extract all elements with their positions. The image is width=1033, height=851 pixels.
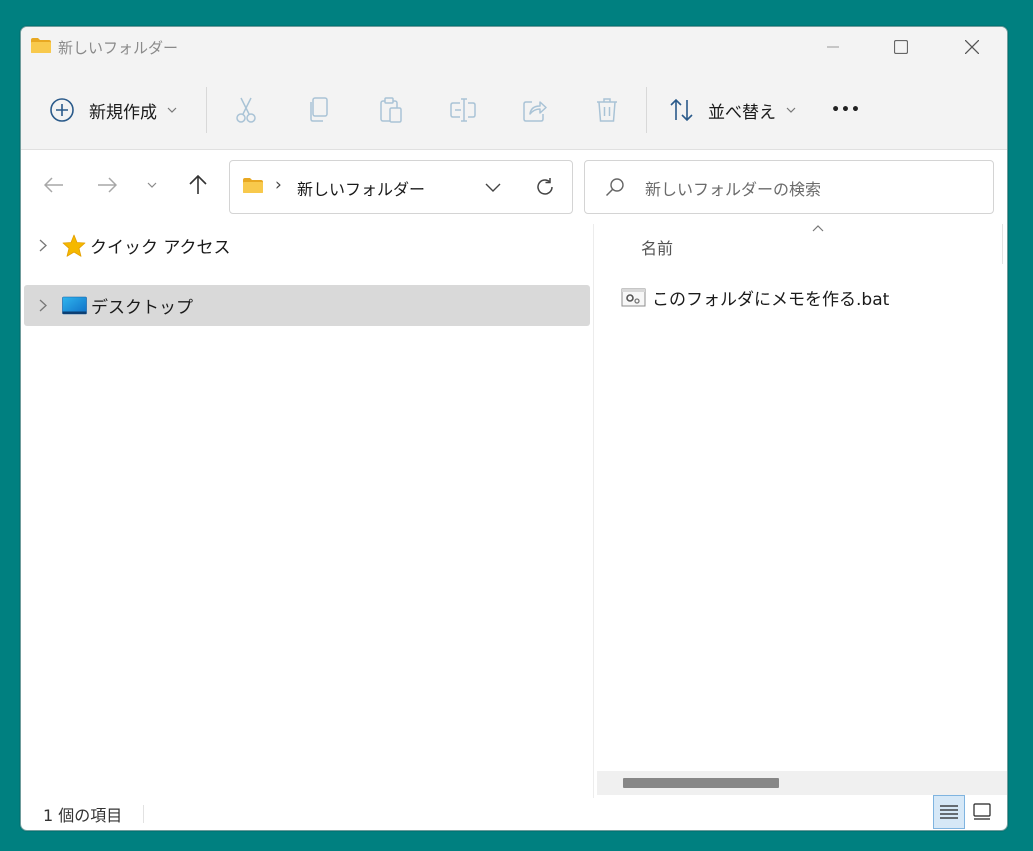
nav-item-quick-access[interactable]: クイック アクセス bbox=[24, 225, 590, 266]
up-button[interactable] bbox=[184, 171, 212, 199]
chevron-down-icon bbox=[167, 107, 177, 113]
refresh-button[interactable] bbox=[532, 174, 558, 200]
nav-item-label: クイック アクセス bbox=[90, 238, 231, 258]
status-separator bbox=[143, 805, 144, 823]
scrollbar-thumb[interactable] bbox=[623, 778, 779, 788]
sort-ascending-icon bbox=[812, 225, 824, 232]
nav-item-desktop[interactable]: デスクトップ bbox=[24, 285, 590, 326]
column-header-name[interactable]: 名前 bbox=[641, 235, 673, 259]
expand-chevron-icon[interactable] bbox=[24, 239, 62, 252]
details-view-icon bbox=[940, 805, 958, 819]
column-edge bbox=[1002, 224, 1003, 264]
close-icon bbox=[965, 40, 979, 54]
share-button[interactable] bbox=[520, 95, 550, 125]
toolbar-separator bbox=[206, 87, 207, 133]
copy-button[interactable] bbox=[304, 95, 334, 125]
file-name: このフォルダにメモを作る.bat bbox=[652, 289, 890, 310]
sort-arrows-icon bbox=[670, 98, 693, 122]
sort-button-label: 並べ替え bbox=[708, 102, 776, 123]
address-bar[interactable]: › 新しいフォルダー bbox=[229, 160, 573, 214]
window-title: 新しいフォルダー bbox=[58, 39, 179, 57]
expand-chevron-icon[interactable] bbox=[24, 299, 62, 312]
details-view-button[interactable] bbox=[933, 795, 965, 829]
pane-divider[interactable] bbox=[593, 224, 594, 798]
maximize-button[interactable] bbox=[878, 27, 924, 67]
breadcrumb-separator: › bbox=[275, 175, 282, 195]
explorer-window: 新しいフォルダー 新規作成 並べ替え ••• › 新しいフォルダー 新しいフォル… bbox=[20, 26, 1008, 831]
tiles-view-icon bbox=[973, 803, 991, 820]
arrow-right-icon bbox=[98, 177, 117, 193]
desktop-icon bbox=[62, 296, 87, 315]
sort-button[interactable]: 並べ替え bbox=[669, 95, 796, 125]
trash-icon bbox=[597, 98, 617, 122]
star-icon bbox=[62, 234, 86, 257]
new-button-label: 新規作成 bbox=[89, 102, 157, 123]
chevron-down-icon bbox=[147, 182, 157, 188]
paste-button[interactable] bbox=[376, 95, 406, 125]
nav-item-label: デスクトップ bbox=[91, 298, 193, 318]
add-circle-icon bbox=[50, 98, 74, 122]
folder-icon bbox=[31, 38, 51, 53]
minimize-icon bbox=[827, 46, 839, 48]
search-icon bbox=[605, 178, 624, 197]
toolbar-separator bbox=[646, 87, 647, 133]
more-options-button[interactable]: ••• bbox=[830, 95, 862, 125]
rename-button[interactable] bbox=[448, 95, 478, 125]
horizontal-scrollbar[interactable] bbox=[597, 771, 1007, 795]
chevron-down-icon bbox=[786, 107, 796, 113]
search-placeholder: 新しいフォルダーの検索 bbox=[645, 180, 822, 199]
clipboard-icon bbox=[380, 97, 402, 123]
back-button[interactable] bbox=[40, 171, 68, 199]
cut-button[interactable] bbox=[231, 95, 261, 125]
breadcrumb-current[interactable]: 新しいフォルダー bbox=[297, 176, 425, 200]
rename-icon bbox=[450, 98, 476, 122]
more-options-icon: ••• bbox=[831, 102, 861, 118]
search-box[interactable]: 新しいフォルダーの検索 bbox=[584, 160, 994, 214]
forward-button[interactable] bbox=[93, 171, 121, 199]
arrow-up-icon bbox=[189, 175, 207, 194]
share-icon bbox=[523, 101, 547, 122]
command-bar: 新規作成 並べ替え ••• bbox=[21, 67, 1007, 150]
recent-locations-button[interactable] bbox=[138, 171, 166, 199]
refresh-icon bbox=[537, 178, 553, 195]
chevron-down-icon bbox=[485, 183, 501, 192]
delete-button[interactable] bbox=[592, 95, 622, 125]
copy-icon bbox=[310, 97, 328, 122]
new-button[interactable]: 新規作成 bbox=[49, 95, 177, 125]
title-bar: 新しいフォルダー bbox=[21, 27, 1007, 67]
scissors-icon bbox=[236, 97, 256, 123]
minimize-button[interactable] bbox=[810, 27, 856, 67]
arrow-left-icon bbox=[44, 177, 63, 193]
close-button[interactable] bbox=[949, 27, 995, 67]
maximize-icon bbox=[894, 40, 908, 54]
address-dropdown-button[interactable] bbox=[480, 175, 506, 199]
large-icons-view-button[interactable] bbox=[966, 795, 998, 829]
folder-icon bbox=[243, 178, 263, 193]
batch-file-icon bbox=[621, 288, 646, 306]
status-item-count: 1 個の項目 bbox=[43, 806, 123, 825]
file-row[interactable]: このフォルダにメモを作る.bat bbox=[621, 282, 889, 312]
